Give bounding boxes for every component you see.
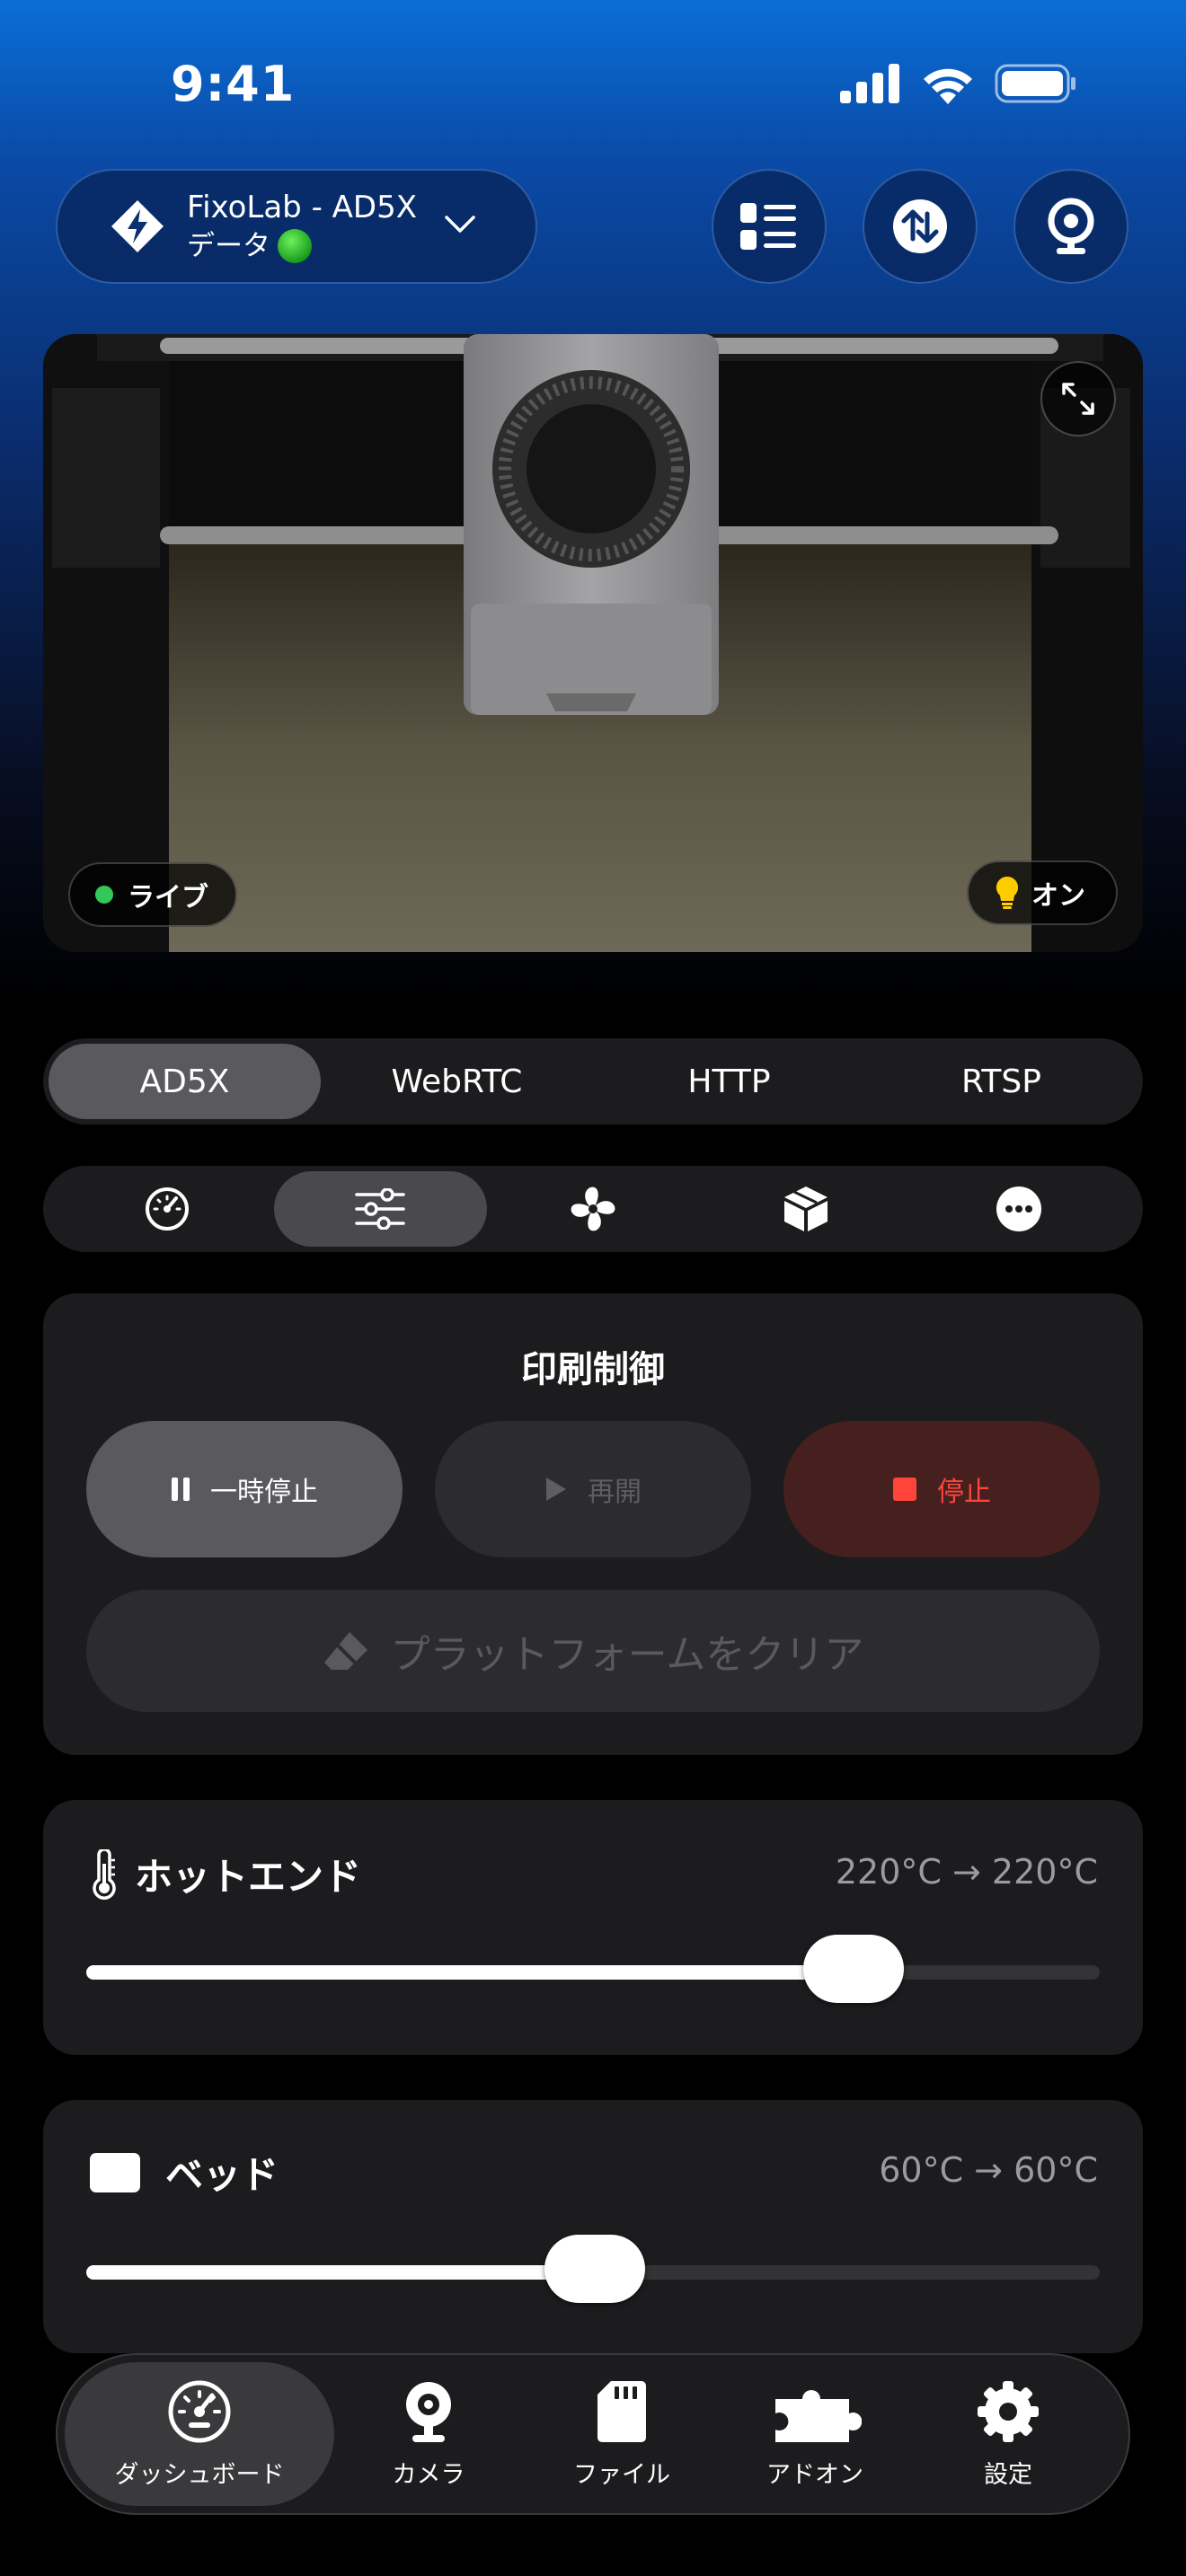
tab-more[interactable] (912, 1171, 1125, 1247)
wifi-icon (924, 68, 972, 104)
light-toggle-button[interactable]: オン (967, 860, 1118, 925)
gauge-icon (146, 1187, 190, 1231)
camera-image (43, 334, 1143, 952)
sd-card-icon (597, 2380, 646, 2442)
webcam-icon (1048, 198, 1094, 254)
light-label: オン (1031, 880, 1085, 912)
status-time: 9:41 (171, 56, 296, 112)
tab-controls[interactable] (273, 1171, 487, 1247)
status-icons (840, 63, 1077, 104)
printer-subtitle: データ (187, 230, 270, 262)
live-badge: ライブ (68, 862, 237, 927)
pause-button[interactable]: 一時停止 (86, 1421, 403, 1557)
pause-label: 一時停止 (210, 1477, 318, 1508)
fan-icon (571, 1187, 615, 1231)
hotend-label: ホットエンド (135, 1855, 362, 1899)
nav-addons-label: アドオン (766, 2460, 863, 2489)
tab-gauge[interactable] (61, 1171, 274, 1247)
bed-icon (90, 2152, 140, 2192)
nav-settings[interactable]: 設定 (909, 2362, 1107, 2506)
fullscreen-button[interactable] (1040, 361, 1116, 437)
nav-camera[interactable]: カメラ (334, 2362, 523, 2506)
hotend-card: ホットエンド 220°C → 220°C (43, 1800, 1143, 2055)
nav-files[interactable]: ファイル (523, 2362, 721, 2506)
tab-fan[interactable] (487, 1171, 700, 1247)
sliders-icon (355, 1188, 405, 1230)
more-icon (996, 1187, 1041, 1231)
expand-icon (1062, 383, 1094, 415)
nav-dashboard[interactable]: ダッシュボード (65, 2362, 334, 2506)
bed-slider-fill (86, 2265, 595, 2280)
tab-http[interactable]: HTTP (593, 1044, 865, 1119)
tab-ad5x[interactable]: AD5X (49, 1044, 321, 1119)
transfer-arrows-icon (893, 199, 947, 253)
nav-camera-label: カメラ (392, 2460, 465, 2489)
tab-webrtc[interactable]: WebRTC (321, 1044, 593, 1119)
bed-slider-thumb[interactable] (544, 2235, 645, 2303)
eraser-icon (323, 1632, 367, 1670)
cube-icon (783, 1187, 828, 1231)
dashboard-gauge-icon (168, 2380, 231, 2442)
hotend-slider[interactable] (86, 1935, 1100, 2003)
battery-icon (995, 64, 1075, 103)
thermometer-icon (93, 1848, 116, 1900)
resume-label: 再開 (588, 1477, 642, 1508)
chevron-down-icon (445, 216, 475, 233)
nav-files-label: ファイル (573, 2460, 670, 2489)
print-control-card: 印刷制御 一時停止 再開 停止 プラットフォームをクリア (43, 1293, 1143, 1755)
stop-icon (893, 1478, 916, 1501)
play-icon (546, 1478, 566, 1501)
hotend-slider-thumb[interactable] (803, 1935, 904, 2003)
list-icon (740, 203, 796, 250)
clear-platform-label: プラットフォームをクリア (390, 1632, 864, 1678)
transfer-button[interactable] (863, 169, 978, 284)
bed-card: ベッド 60°C → 60°C (43, 2100, 1143, 2353)
nav-addons[interactable]: アドオン (721, 2362, 909, 2506)
lightbulb-icon (996, 876, 1019, 909)
tab-filament[interactable] (699, 1171, 912, 1247)
tab-rtsp[interactable]: RTSP (865, 1044, 1137, 1119)
stop-label: 停止 (937, 1477, 991, 1508)
print-control-title: 印刷制御 (521, 1349, 665, 1390)
cellular-signal-icon (840, 64, 899, 103)
bottom-navigation: ダッシュボード カメラ ファイル アドオン 設定 (56, 2353, 1130, 2515)
nav-settings-label: 設定 (984, 2460, 1032, 2489)
status-dot-icon (278, 229, 312, 263)
pause-icon (172, 1478, 190, 1501)
hotend-slider-fill (86, 1965, 857, 1980)
bed-slider[interactable] (86, 2235, 1100, 2303)
nav-dashboard-label: ダッシュボード (114, 2460, 285, 2489)
camera-icon (406, 2381, 451, 2442)
webcam-button[interactable] (1013, 169, 1128, 284)
stream-source-tabs: AD5X WebRTC HTTP RTSP (43, 1038, 1143, 1125)
resume-button[interactable]: 再開 (435, 1421, 751, 1557)
puzzle-icon (775, 2389, 862, 2442)
live-label: ライブ (128, 882, 208, 913)
bed-temp-value: 60°C → 60°C (879, 2150, 1098, 2190)
printer-name: FixoLab - AD5X (187, 190, 418, 225)
clear-platform-button[interactable]: プラットフォームをクリア (86, 1590, 1100, 1712)
list-view-button[interactable] (712, 169, 827, 284)
bed-label: ベッド (165, 2153, 279, 2197)
gear-icon (978, 2380, 1039, 2442)
printer-logo-icon (111, 200, 164, 252)
hotend-temp-value: 220°C → 220°C (835, 1852, 1098, 1892)
tool-tabs (43, 1166, 1143, 1252)
camera-feed[interactable]: ライブ オン (43, 334, 1143, 952)
printer-selector[interactable]: FixoLab - AD5X データ (56, 169, 537, 284)
live-dot-icon (95, 886, 113, 904)
stop-button[interactable]: 停止 (783, 1421, 1100, 1557)
